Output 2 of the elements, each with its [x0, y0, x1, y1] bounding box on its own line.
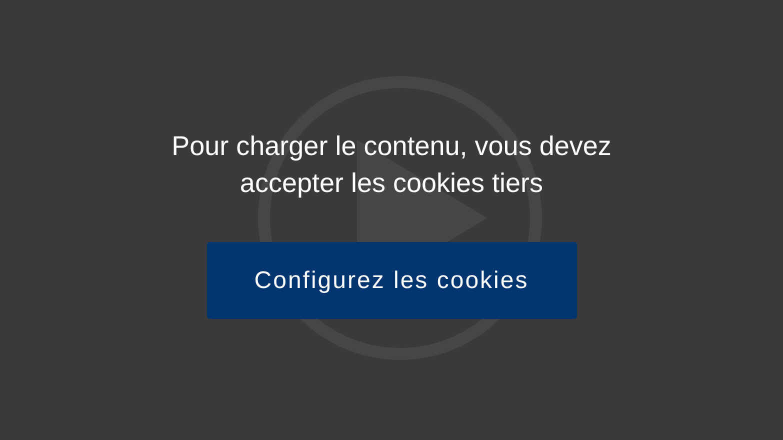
consent-message: Pour charger le contenu, vous devez accepter les cookies tiers	[170, 130, 612, 200]
configure-cookies-button[interactable]: Configurez les cookies	[206, 242, 576, 319]
